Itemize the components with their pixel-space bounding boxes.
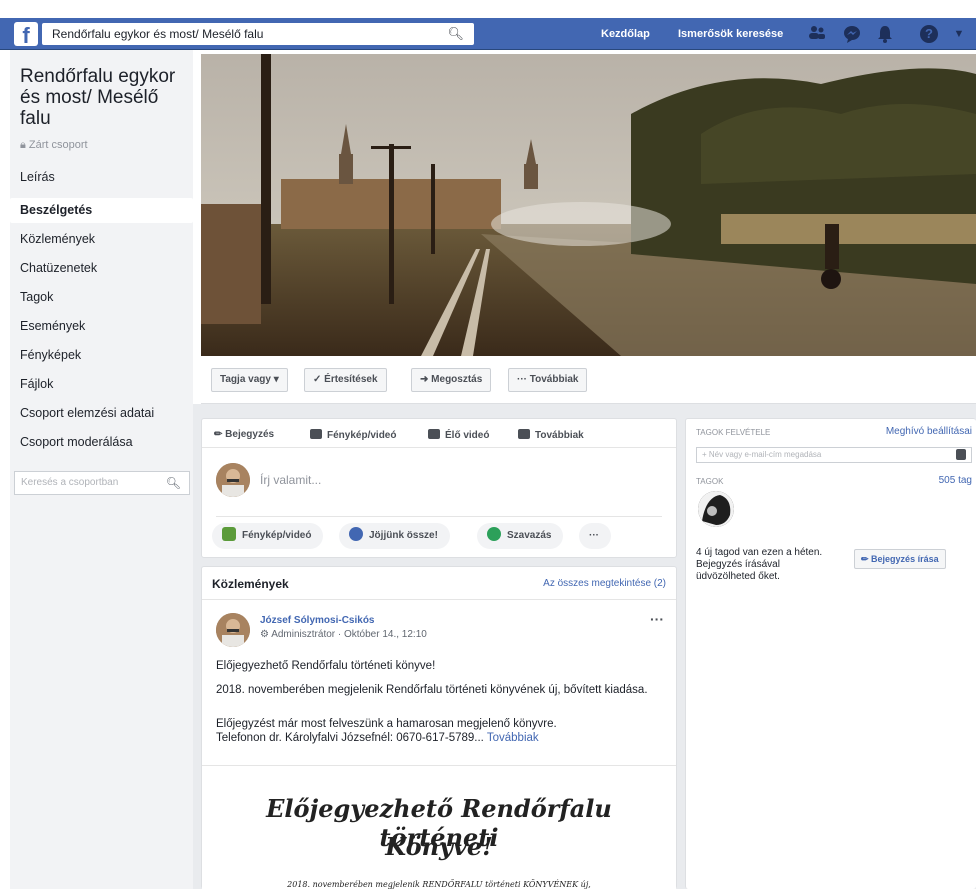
- lock-icon: 🔒︎: [20, 139, 29, 151]
- announcements-header: Közlemények: [212, 577, 289, 591]
- member-status-button[interactable]: Tagja vagy ▾: [211, 368, 288, 392]
- cover-photo[interactable]: [201, 54, 976, 356]
- share-icon: ➜: [420, 374, 432, 385]
- group-action-bar: Tagja vagy ▾ ✓ Értesítések ➜ Megosztás ·…: [201, 356, 976, 404]
- people-icon: [349, 527, 363, 541]
- messenger-icon[interactable]: [843, 25, 861, 43]
- post-menu-button[interactable]: ···: [650, 611, 664, 627]
- privacy-label: 🔒︎ Zárt csoport: [20, 139, 88, 152]
- notifications-button[interactable]: ✓ Értesítések: [304, 368, 387, 392]
- sidebar-item-announcements[interactable]: Közlemények: [10, 227, 193, 252]
- divider: [202, 599, 676, 600]
- tab-live-video-label: Élő videó: [445, 430, 490, 441]
- post-composer: ✏︎ Bejegyzés Fénykép/videó Élő videó Tov…: [201, 418, 677, 558]
- more-icon: [518, 429, 530, 439]
- more-options-pill[interactable]: ···: [579, 523, 611, 549]
- see-all-link[interactable]: Az összes megtekintése (2): [543, 578, 666, 589]
- search-icon[interactable]: 🔍︎: [166, 472, 181, 494]
- add-member-input[interactable]: + Név vagy e-mail-cím megadása: [696, 447, 972, 463]
- share-label: Megosztás: [431, 374, 483, 385]
- member-avatar[interactable]: [698, 491, 734, 527]
- tab-photo-video-label: Fénykép/videó: [327, 430, 397, 441]
- search-input[interactable]: Rendőrfalu egykor és most/ Mesélő falu 🔍…: [42, 23, 474, 45]
- post-line-4: Telefonon dr. Károlyfalvi Józsefnél: 067…: [216, 731, 676, 745]
- sidebar-item-insights[interactable]: Csoport elemzési adatai: [10, 401, 193, 426]
- invite-settings-link[interactable]: Meghívó beállításai: [886, 426, 972, 437]
- tab-live-video[interactable]: Élő videó: [428, 429, 489, 441]
- tab-more[interactable]: Továbbiak: [518, 429, 584, 441]
- dropdown-icon[interactable]: ▼: [950, 25, 968, 43]
- see-more-link[interactable]: Továbbiak: [487, 732, 539, 744]
- sidebar-item-members[interactable]: Tagok: [10, 285, 193, 310]
- photo-icon: [222, 527, 236, 541]
- pencil-icon: ✏︎: [861, 554, 872, 564]
- members-panel: TAGOK FELVÉTELE Meghívó beállításai + Né…: [685, 418, 976, 889]
- member-count-link[interactable]: 505 tag: [939, 475, 972, 486]
- search-icon[interactable]: 🔍︎: [447, 23, 464, 45]
- tab-photo-video[interactable]: Fénykép/videó: [310, 429, 396, 441]
- composer-input[interactable]: Írj valamit...: [260, 473, 321, 487]
- video-camera-icon: [428, 429, 440, 439]
- post-line-3: Előjegyzést már most felveszünk a hamaro…: [216, 718, 557, 730]
- add-member-placeholder: + Név vagy e-mail-cím megadása: [702, 450, 822, 459]
- more-button[interactable]: ··· Továbbiak: [508, 368, 588, 392]
- friends-icon[interactable]: [808, 25, 826, 43]
- divider: [202, 447, 676, 448]
- post-image-title-2: Könyve!: [385, 832, 493, 861]
- pencil-icon: ✏︎: [214, 429, 226, 440]
- user-avatar[interactable]: [216, 463, 250, 497]
- tab-post[interactable]: ✏︎ Bejegyzés: [214, 429, 274, 440]
- group-search-input[interactable]: Keresés a csoportban 🔍︎: [14, 471, 190, 495]
- announcements-card: Közlemények Az összes megtekintése (2) J…: [201, 566, 677, 890]
- poll-pill[interactable]: Szavazás: [477, 523, 564, 549]
- sidebar-item-description[interactable]: Leírás: [10, 165, 193, 190]
- photo-icon: [310, 429, 322, 439]
- post-line-4-text: Telefonon dr. Károlyfalvi Józsefnél: 067…: [216, 732, 484, 744]
- sidebar-item-files[interactable]: Fájlok: [10, 372, 193, 397]
- poll-pill-label: Szavazás: [507, 530, 552, 541]
- sidebar-item-events[interactable]: Események: [10, 314, 193, 339]
- group-sidebar: Rendőrfalu egykor és most/ Mesélő falu 🔒…: [10, 50, 193, 889]
- find-friends-link[interactable]: Ismerősök keresése: [678, 18, 783, 50]
- post-meta-text: Adminisztrátor · Október 14., 12:10: [271, 629, 427, 640]
- members-label: TAGOK: [696, 477, 724, 486]
- get-together-pill-label: Jöjjünk össze!: [369, 530, 438, 541]
- top-navigation-bar: f Rendőrfalu egykor és most/ Mesélő falu…: [0, 18, 976, 50]
- sidebar-item-photos[interactable]: Fényképek: [10, 343, 193, 368]
- sidebar-item-discussion[interactable]: Beszélgetés: [10, 198, 193, 223]
- sidebar-item-moderation[interactable]: Csoport moderálása: [10, 430, 193, 455]
- post-meta: ⚙ Adminisztrátor · Október 14., 12:10: [260, 629, 427, 640]
- tab-post-label: Bejegyzés: [225, 429, 275, 440]
- group-title[interactable]: Rendőrfalu egykor és most/ Mesélő falu: [20, 66, 190, 129]
- search-input-value: Rendőrfalu egykor és most/ Mesélő falu: [52, 27, 264, 41]
- home-link[interactable]: Kezdőlap: [601, 18, 650, 50]
- poll-icon: [487, 527, 501, 541]
- facebook-logo[interactable]: f: [14, 22, 38, 46]
- notifications-icon[interactable]: [876, 25, 894, 43]
- write-post-label: Bejegyzés írása: [871, 554, 939, 564]
- tab-more-label: Továbbiak: [535, 430, 584, 441]
- photo-video-pill[interactable]: Fénykép/videó: [212, 523, 324, 549]
- help-icon[interactable]: ?: [920, 25, 938, 43]
- add-members-label: TAGOK FELVÉTELE: [696, 428, 771, 437]
- photo-video-pill-label: Fénykép/videó: [242, 530, 312, 541]
- share-button[interactable]: ➜ Megosztás: [411, 368, 492, 392]
- author-avatar[interactable]: [216, 613, 250, 647]
- get-together-pill[interactable]: Jöjjünk össze!: [339, 523, 450, 549]
- sidebar-item-chats[interactable]: Chatüzenetek: [10, 256, 193, 281]
- privacy-text: Zárt csoport: [28, 139, 88, 151]
- group-search-placeholder: Keresés a csoportban: [21, 477, 119, 488]
- new-members-text: 4 új tagod van ezen a héten. Bejegyzés í…: [696, 547, 823, 582]
- post-image[interactable]: Előjegyezhető Rendőrfalu történeti Könyv…: [202, 765, 676, 890]
- author-name[interactable]: József Sólymosi-Csikós: [260, 615, 374, 626]
- post-line-1: Előjegyezhető Rendőrfalu történeti könyv…: [216, 660, 436, 672]
- post-image-subtitle: 2018. novemberében megjelenik RENDŐRFALU…: [287, 880, 591, 889]
- post-line-2: 2018. novemberében megjelenik Rendőrfalu…: [216, 684, 648, 696]
- contacts-icon[interactable]: [956, 449, 966, 460]
- divider: [216, 516, 662, 517]
- write-post-button[interactable]: ✏︎ Bejegyzés írása: [854, 549, 946, 569]
- shield-icon: ⚙: [260, 629, 272, 640]
